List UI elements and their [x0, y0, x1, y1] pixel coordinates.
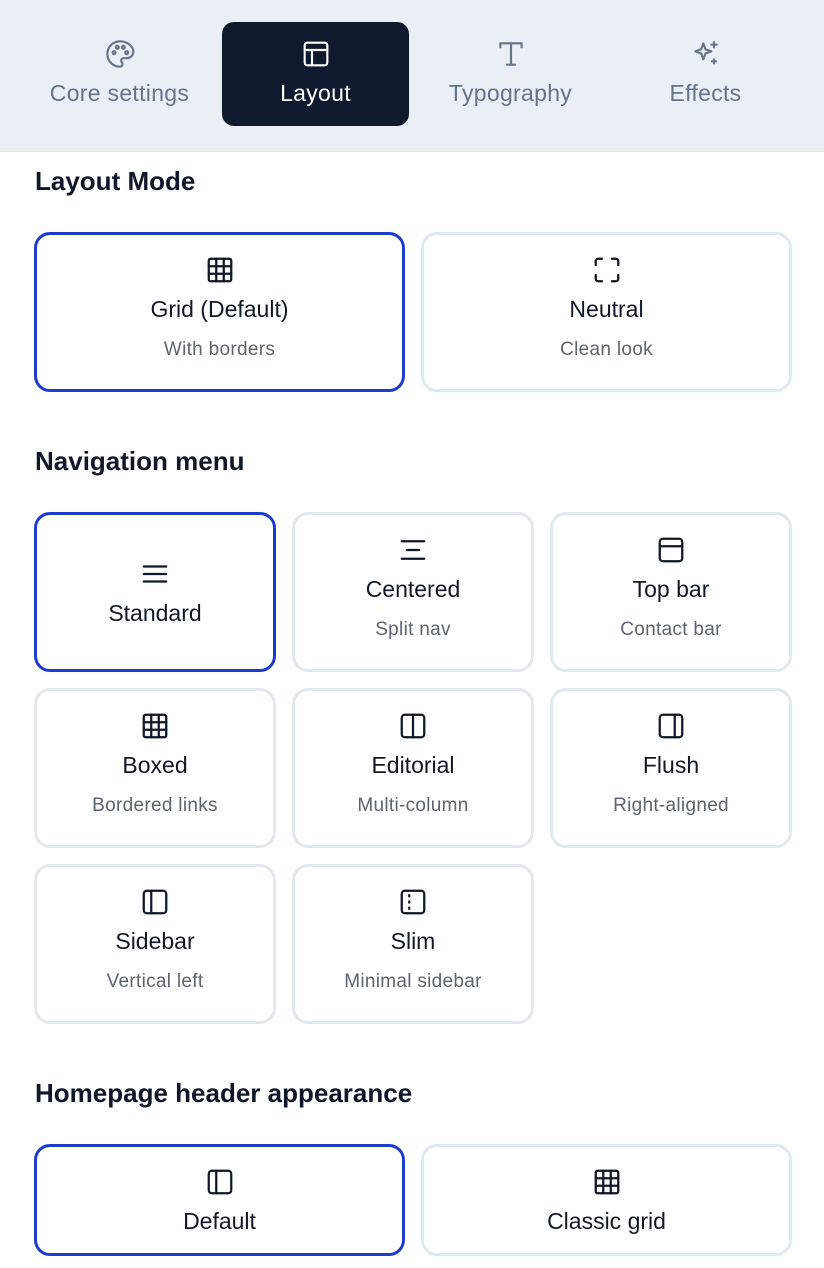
option-title: Flush	[642, 752, 700, 778]
section-title-homepage-header: Homepage header appearance	[35, 1078, 413, 1108]
option-title: Default	[183, 1208, 256, 1234]
panel-left-icon	[140, 887, 170, 917]
option-subtitle: Multi-column	[357, 795, 469, 816]
option-subtitle: Minimal sidebar	[344, 971, 482, 992]
option-title: Classic grid	[547, 1208, 666, 1234]
columns-icon	[398, 711, 428, 741]
grid-icon	[140, 711, 170, 741]
layout-icon	[300, 38, 332, 70]
option-nav-editorial[interactable]: Editorial Multi-column	[292, 688, 534, 848]
option-header-default[interactable]: Default	[34, 1144, 405, 1256]
grid-icon	[592, 1167, 622, 1197]
tab-typography[interactable]: Typography	[417, 22, 604, 126]
option-title: Centered	[365, 576, 461, 602]
sparkles-icon	[690, 38, 722, 70]
tab-label: Typography	[448, 80, 573, 106]
type-icon	[495, 38, 527, 70]
option-nav-boxed[interactable]: Boxed Bordered links	[34, 688, 276, 848]
option-header-classic-grid[interactable]: Classic grid	[421, 1144, 792, 1256]
option-nav-centered[interactable]: Centered Split nav	[292, 512, 534, 672]
tab-label: Core settings	[49, 80, 190, 106]
option-subtitle: Vertical left	[106, 971, 204, 992]
option-title: Editorial	[371, 752, 455, 778]
option-subtitle: Bordered links	[92, 795, 218, 816]
tab-layout[interactable]: Layout	[222, 22, 409, 126]
option-nav-standard[interactable]: Standard	[34, 512, 276, 672]
option-title: Grid (Default)	[150, 296, 289, 322]
option-title: Sidebar	[115, 928, 195, 954]
option-grid-default[interactable]: Grid (Default) With borders	[34, 232, 405, 392]
option-nav-flush[interactable]: Flush Right-aligned	[550, 688, 792, 848]
tab-label: Effects	[669, 80, 742, 106]
option-neutral[interactable]: Neutral Clean look	[421, 232, 792, 392]
tab-core-settings[interactable]: Core settings	[26, 22, 213, 126]
option-title: Neutral	[569, 296, 644, 322]
option-nav-sidebar[interactable]: Sidebar Vertical left	[34, 864, 276, 1024]
panel-left-dashed-icon	[398, 887, 428, 917]
palette-icon	[104, 38, 136, 70]
tab-label: Layout	[280, 80, 351, 106]
focus-frame-icon	[592, 255, 622, 285]
panel-left-icon	[205, 1167, 235, 1197]
option-title: Boxed	[122, 752, 188, 778]
top-bar-icon	[656, 535, 686, 565]
option-subtitle: With borders	[163, 339, 276, 360]
option-nav-top-bar[interactable]: Top bar Contact bar	[550, 512, 792, 672]
tab-effects[interactable]: Effects	[612, 22, 799, 126]
grid-icon	[205, 255, 235, 285]
option-nav-slim[interactable]: Slim Minimal sidebar	[292, 864, 534, 1024]
panel-right-icon	[656, 711, 686, 741]
option-subtitle: Right-aligned	[613, 795, 729, 816]
option-title: Slim	[390, 928, 436, 954]
option-subtitle: Clean look	[560, 339, 653, 360]
menu-icon	[140, 559, 170, 589]
option-title: Standard	[108, 600, 202, 626]
option-subtitle: Contact bar	[620, 619, 722, 640]
option-title: Top bar	[632, 576, 710, 602]
settings-tabbar: Core settings Layout Typography Effects	[0, 0, 824, 152]
align-center-icon	[398, 535, 428, 565]
section-title-navigation-menu: Navigation menu	[35, 446, 245, 476]
section-title-layout-mode: Layout Mode	[35, 166, 196, 196]
option-subtitle: Split nav	[375, 619, 451, 640]
